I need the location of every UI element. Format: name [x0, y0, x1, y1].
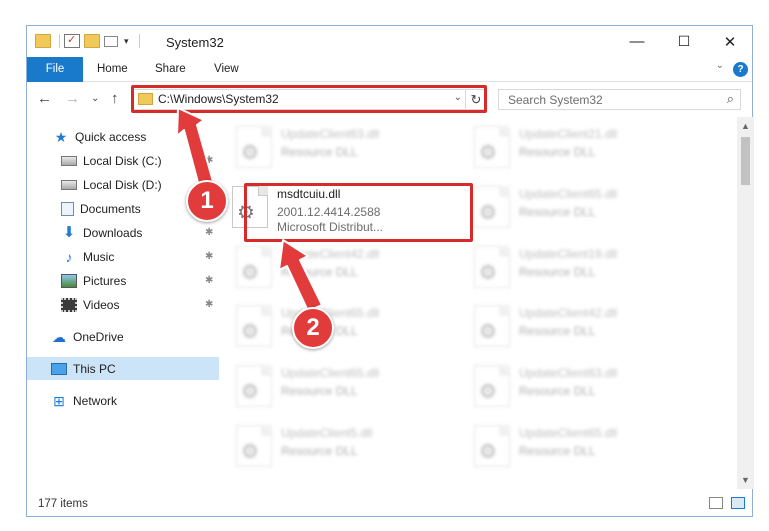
- step-1-callout: 1: [186, 180, 228, 222]
- arrow-to-file: [278, 239, 323, 312]
- step-2-callout: 2: [292, 307, 334, 349]
- arrow-to-address-bar: [176, 107, 215, 191]
- annotation-arrows: [176, 107, 323, 312]
